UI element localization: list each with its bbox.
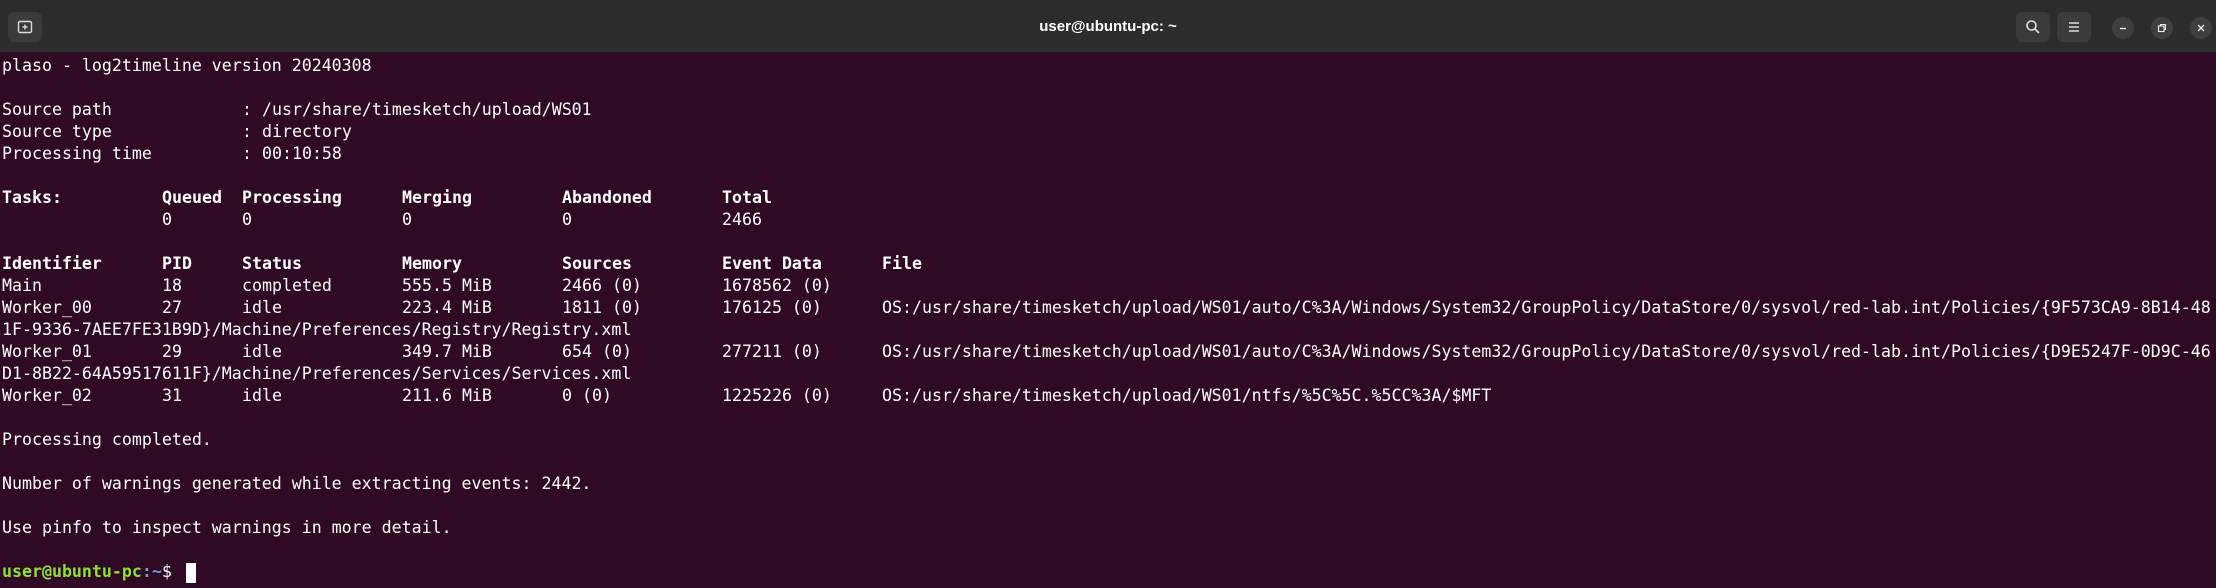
info-label: Processing time	[2, 144, 152, 163]
info-source-type: Source type : directory	[2, 121, 352, 143]
worker-pid: 27	[162, 298, 182, 317]
workers-header: Sources	[562, 254, 632, 273]
workers-header-row: Identifier PID Status Memory Sources Eve…	[2, 253, 922, 275]
worker-status: idle	[242, 386, 282, 405]
version-line: plaso - log2timeline version 20240308	[2, 56, 372, 75]
tasks-value: 2466	[722, 210, 762, 229]
worker-file: OS:/usr/share/timesketch/upload/WS01/aut…	[882, 298, 2211, 317]
worker-id: Main	[2, 276, 42, 295]
tasks-header: Processing	[242, 188, 342, 207]
info-label: Source type	[2, 122, 112, 141]
worker-pid: 29	[162, 342, 182, 361]
worker-events: 1678562 (0)	[722, 276, 832, 295]
worker-file: OS:/usr/share/timesketch/upload/WS01/ntf…	[882, 386, 1492, 405]
worker-sources: 1811 (0)	[562, 298, 642, 317]
workers-header: PID	[162, 254, 192, 273]
worker-memory: 223.4 MiB	[402, 298, 492, 317]
tasks-value: 0	[402, 210, 412, 229]
info-value: : /usr/share/timesketch/upload/WS01	[242, 100, 592, 119]
worker-pid: 31	[162, 386, 182, 405]
worker-events: 1225226 (0)	[722, 386, 832, 405]
tasks-header-row: Tasks: Queued Processing Merging Abandon…	[2, 187, 772, 209]
worker-memory: 555.5 MiB	[402, 276, 492, 295]
tasks-header: Tasks:	[2, 188, 62, 207]
worker-row-01: Worker_01 29 idle 349.7 MiB 654 (0) 2772…	[2, 341, 2211, 363]
close-button[interactable]	[2190, 17, 2212, 39]
info-processing-time: Processing time : 00:10:58	[2, 143, 342, 165]
worker-row-main: Main 18 completed 555.5 MiB 2466 (0) 167…	[2, 275, 832, 297]
text-cursor	[185, 562, 196, 583]
window-title: user@ubuntu-pc: ~	[1039, 18, 1177, 35]
tasks-value: 0	[242, 210, 252, 229]
hamburger-icon	[2069, 22, 2079, 32]
restore-icon	[2157, 23, 2167, 33]
new-tab-button[interactable]	[8, 12, 42, 42]
worker-sources: 0 (0)	[562, 386, 612, 405]
workers-header: Status	[242, 254, 302, 273]
title-bar: user@ubuntu-pc: ~	[0, 0, 2216, 53]
worker-file: OS:/usr/share/timesketch/upload/WS01/aut…	[882, 342, 2211, 361]
menu-button[interactable]	[2057, 12, 2091, 42]
worker-row-00: Worker_00 27 idle 223.4 MiB 1811 (0) 176…	[2, 297, 2211, 319]
worker-id: Worker_00	[2, 298, 92, 317]
tasks-value: 0	[162, 210, 172, 229]
search-button[interactable]	[2016, 12, 2050, 42]
info-value: : directory	[242, 122, 352, 141]
workers-header: Memory	[402, 254, 462, 273]
tasks-header: Abandoned	[562, 188, 652, 207]
workers-header: File	[882, 254, 922, 273]
info-label: Source path	[2, 100, 112, 119]
worker-events: 176125 (0)	[722, 298, 822, 317]
terminal-output[interactable]: plaso - log2timeline version 20240308 So…	[0, 53, 2216, 588]
worker-status: completed	[242, 276, 332, 295]
tasks-values-row: 0 0 0 0 2466	[2, 209, 762, 231]
worker-row-02: Worker_02 31 idle 211.6 MiB 0 (0) 122522…	[2, 385, 1491, 407]
worker-pid: 18	[162, 276, 182, 295]
worker-status: idle	[242, 298, 282, 317]
info-value: : 00:10:58	[242, 144, 342, 163]
close-icon	[2197, 24, 2205, 32]
new-tab-icon	[17, 20, 33, 34]
status-message: Processing completed.	[2, 430, 212, 449]
worker-sources: 654 (0)	[562, 342, 632, 361]
minimize-icon	[2120, 27, 2126, 30]
worker-file-wrap: D1-8B22-64A59517611F}/Machine/Preference…	[2, 364, 632, 383]
prompt-symbol: $	[161, 562, 182, 581]
info-source-path: Source path : /usr/share/timesketch/uplo…	[2, 99, 592, 121]
worker-memory: 211.6 MiB	[402, 386, 492, 405]
tasks-header: Total	[722, 188, 772, 207]
search-icon	[2026, 20, 2040, 34]
shell-prompt[interactable]: user@ubuntu-pc:~$	[2, 561, 196, 583]
maximize-button[interactable]	[2151, 17, 2173, 39]
warnings-message: Number of warnings generated while extra…	[2, 474, 592, 493]
workers-header: Event Data	[722, 254, 822, 273]
prompt-user: user@ubuntu-pc	[2, 562, 142, 581]
tasks-header: Queued	[162, 188, 222, 207]
prompt-path: :~	[141, 562, 162, 581]
worker-events: 277211 (0)	[722, 342, 822, 361]
worker-sources: 2466 (0)	[562, 276, 642, 295]
minimize-button[interactable]	[2112, 17, 2134, 39]
workers-header: Identifier	[2, 254, 102, 273]
worker-memory: 349.7 MiB	[402, 342, 492, 361]
pinfo-message: Use pinfo to inspect warnings in more de…	[2, 518, 452, 537]
worker-status: idle	[242, 342, 282, 361]
worker-id: Worker_02	[2, 386, 92, 405]
worker-id: Worker_01	[2, 342, 92, 361]
tasks-value: 0	[562, 210, 572, 229]
tasks-header: Merging	[402, 188, 472, 207]
worker-file-wrap: 1F-9336-7AEE7FE31B9D}/Machine/Preference…	[2, 320, 632, 339]
